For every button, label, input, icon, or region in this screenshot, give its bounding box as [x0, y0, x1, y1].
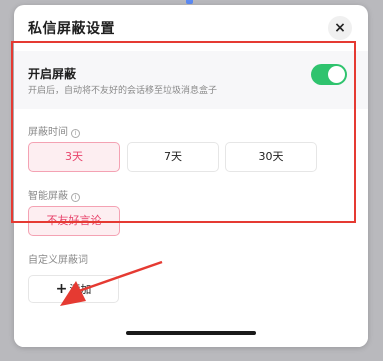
annotation-arrow-head: [60, 281, 86, 306]
annotation-arrow-icon: [60, 260, 163, 306]
annotation-arrow-shaft: [75, 260, 163, 294]
